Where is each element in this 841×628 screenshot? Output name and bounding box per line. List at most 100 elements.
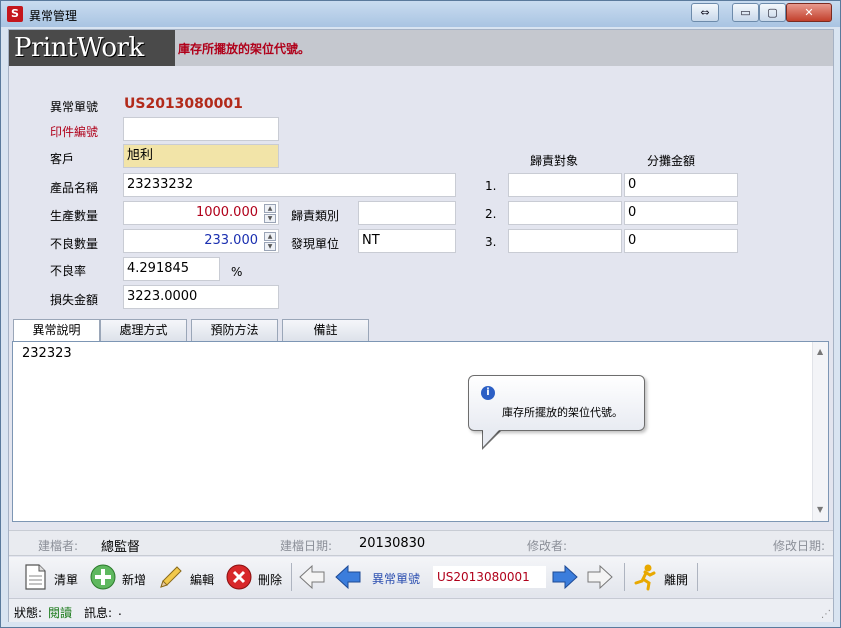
arrow-right-blue-icon — [552, 564, 578, 590]
toolbar-separator — [291, 563, 292, 591]
tab-remarks[interactable]: 備註 — [282, 319, 369, 341]
print-no-label: 印件編號 — [50, 125, 99, 139]
message-value: . — [118, 604, 122, 618]
alloc-target-input[interactable] — [508, 201, 622, 225]
window-title: 異常管理 — [29, 9, 78, 23]
main-window: S 異常管理 ⇔ ▭ ▢ ✕ PrintWork 庫存所擺放的架位代號。 異常單… — [0, 0, 841, 628]
product-label: 產品名稱 — [50, 181, 99, 195]
document-icon — [25, 564, 46, 590]
created-date-label: 建檔日期: — [280, 539, 333, 553]
exception-no-label: 異常單號 — [50, 100, 99, 114]
tab-handling[interactable]: 處理方式 — [100, 319, 187, 341]
production-qty-input[interactable]: 1000.000 ▲ ▼ — [123, 201, 279, 225]
product-input[interactable]: 23233232 — [123, 173, 456, 197]
modified-date-label: 修改日期: — [773, 539, 826, 553]
description-text: 232323 — [22, 346, 72, 361]
alloc-amount-input[interactable]: 0 — [624, 201, 738, 225]
field-hint-text: 庫存所擺放的架位代號。 — [178, 42, 311, 56]
state-label: 狀態: — [14, 606, 43, 620]
scroll-down-icon[interactable]: ▼ — [817, 505, 823, 514]
restore-size-button[interactable]: ⇔ — [691, 3, 719, 22]
title-bar: S 異常管理 ⇔ ▭ ▢ ✕ — [1, 1, 840, 27]
defect-qty-value: 233.000 — [204, 233, 258, 248]
alloc-target-input[interactable] — [508, 173, 622, 197]
app-logo-icon: S — [7, 6, 23, 22]
alloc-target-input[interactable] — [508, 229, 622, 253]
defect-rate-input[interactable]: 4.291845 — [123, 257, 220, 281]
arrow-left-blue-icon — [335, 564, 361, 590]
percent-sign: % — [231, 265, 243, 279]
defect-rate-label: 不良率 — [50, 264, 87, 278]
minimize-button[interactable]: ▭ — [732, 3, 759, 22]
scroll-up-icon[interactable]: ▲ — [817, 347, 823, 356]
clear-label: 清單 — [54, 573, 79, 587]
defect-qty-input[interactable]: 233.000 ▲ ▼ — [123, 229, 279, 253]
found-unit-input[interactable]: NT — [358, 229, 456, 253]
production-qty-down-icon[interactable]: ▼ — [264, 214, 276, 223]
exit-button[interactable]: 離開 — [631, 561, 693, 593]
next-record-button[interactable] — [551, 561, 583, 593]
state-value: 閱讀 — [48, 606, 73, 620]
print-no-input[interactable] — [123, 117, 279, 141]
last-record-button[interactable] — [586, 561, 618, 593]
found-unit-label: 發現單位 — [291, 237, 340, 251]
status-bar: 狀態: 閱讀 訊息: . ⋰ — [9, 598, 833, 622]
creator-label: 建檔者: — [38, 539, 79, 553]
customer-input[interactable]: 旭利 — [123, 144, 279, 168]
created-date-value: 20130830 — [359, 536, 426, 551]
alloc-row-no: 3. — [485, 235, 497, 249]
client-area: PrintWork 庫存所擺放的架位代號。 異常單號 US2013080001 … — [8, 29, 834, 622]
alloc-amount-input[interactable]: 0 — [624, 229, 738, 253]
alloc-amount-input[interactable]: 0 — [624, 173, 738, 197]
balloon-text: 庫存所擺放的架位代號。 — [502, 406, 623, 419]
production-qty-up-icon[interactable]: ▲ — [264, 204, 276, 213]
detail-tabs: 異常說明 處理方式 預防方法 備註 — [9, 319, 833, 342]
delete-icon — [226, 564, 252, 590]
tab-description[interactable]: 異常說明 — [13, 319, 100, 342]
add-label: 新增 — [122, 573, 147, 587]
edit-label: 編輯 — [190, 573, 215, 587]
description-textarea[interactable]: 232323 ▲ ▼ — [12, 341, 829, 522]
first-record-button[interactable] — [298, 561, 330, 593]
add-button[interactable]: 新增 — [89, 561, 151, 593]
audit-bar: 建檔者: 總監督 建檔日期: 20130830 修改者: 修改日期: — [9, 530, 833, 556]
alloc-target-header: 歸責對象 — [530, 154, 579, 168]
pencil-icon — [160, 566, 182, 588]
arrow-left-gray-icon — [299, 564, 325, 590]
delete-button[interactable]: 刪除 — [225, 561, 287, 593]
edit-button[interactable]: 編輯 — [157, 561, 219, 593]
vertical-scrollbar[interactable]: ▲ ▼ — [812, 342, 828, 521]
alloc-amount-header: 分攤金額 — [647, 154, 696, 168]
close-button[interactable]: ✕ — [786, 3, 832, 22]
modifier-label: 修改者: — [527, 539, 568, 553]
defect-qty-label: 不良數量 — [50, 237, 99, 251]
creator-value: 總監督 — [101, 540, 141, 555]
maximize-button[interactable]: ▢ — [759, 3, 786, 22]
defect-qty-up-icon[interactable]: ▲ — [264, 232, 276, 241]
alloc-row-no: 2. — [485, 207, 497, 221]
running-man-icon — [634, 564, 656, 591]
loss-amount-input[interactable]: 3223.0000 — [123, 285, 279, 309]
resp-type-input[interactable] — [358, 201, 456, 225]
tab-prevention[interactable]: 預防方法 — [191, 319, 278, 341]
message-label: 訊息: — [84, 606, 113, 620]
clear-button[interactable]: 清單 — [21, 561, 83, 593]
resp-type-label: 歸責類別 — [291, 209, 340, 223]
hint-balloon: i 庫存所擺放的架位代號。 — [468, 375, 645, 431]
resize-grip-icon[interactable]: ⋰ — [821, 609, 831, 620]
toolbar-separator — [697, 563, 698, 591]
add-icon — [90, 564, 116, 590]
header-strip: PrintWork 庫存所擺放的架位代號。 — [9, 30, 833, 66]
toolbar-separator — [624, 563, 625, 591]
info-icon: i — [481, 386, 495, 400]
exception-form: 異常單號 US2013080001 印件編號 客戶 旭利 產品名稱 232332… — [9, 66, 833, 316]
exit-label: 離開 — [664, 573, 689, 587]
action-toolbar: 清單 新增 編輯 刪除 異常單號 US2013080001 離開 — [9, 557, 833, 597]
loss-amount-label: 損失金額 — [50, 293, 99, 307]
customer-label: 客戶 — [50, 152, 75, 166]
defect-qty-down-icon[interactable]: ▼ — [264, 242, 276, 251]
alloc-row-no: 1. — [485, 179, 497, 193]
printwork-logo: PrintWork — [9, 30, 175, 66]
previous-record-button[interactable] — [334, 561, 366, 593]
nav-record-field[interactable]: US2013080001 — [433, 566, 546, 588]
